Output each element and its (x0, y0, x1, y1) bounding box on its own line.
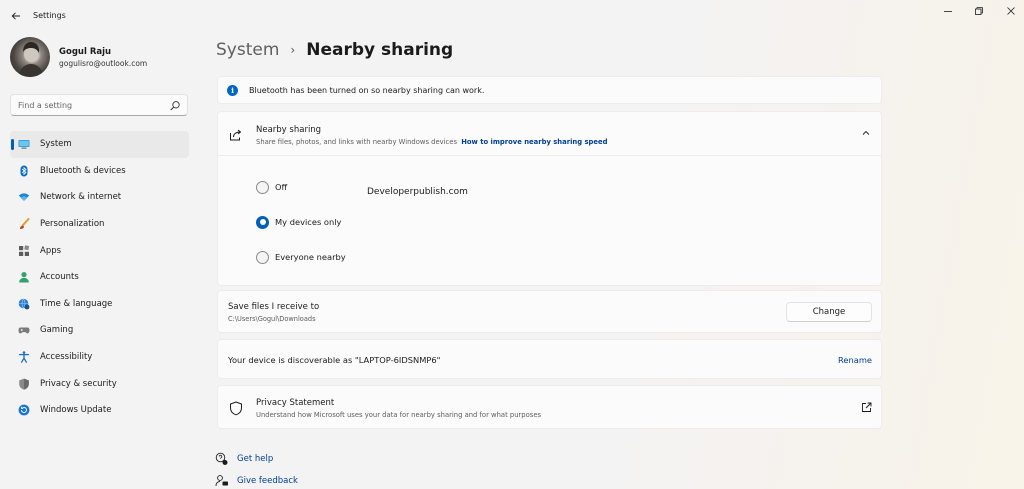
app-title: Settings (33, 11, 66, 20)
apps-grid-icon (18, 244, 30, 257)
discoverable-card: Your device is discoverable as "LAPTOP-6… (217, 339, 882, 379)
globe-clock-icon (18, 298, 30, 310)
save-files-card: Save files I receive to C:\Users\Gogul\D… (217, 290, 882, 333)
sidebar-item-accessibility[interactable]: Accessibility (10, 344, 189, 371)
user-email: gogulisro@outlook.com (59, 59, 148, 68)
nearby-sharing-header[interactable]: Nearby sharing Share files, photos, and … (218, 112, 881, 156)
radio-label-off: Off (275, 182, 288, 192)
sidebar-item-accounts[interactable]: Accounts (10, 264, 189, 291)
privacy-statement-card[interactable]: Privacy Statement Understand how Microso… (217, 385, 882, 429)
sidebar-item-time-language[interactable]: Time & language (10, 291, 189, 318)
watermark-text: Developerpublish.com (367, 187, 468, 197)
search-input[interactable] (18, 98, 168, 112)
radio-button-my-devices-only[interactable] (256, 215, 269, 229)
search-icon[interactable] (169, 100, 181, 112)
gamepad-icon (18, 324, 30, 336)
search-box[interactable] (10, 94, 188, 116)
sidebar-item-bluetooth[interactable]: Bluetooth & devices (10, 158, 189, 185)
bluetooth-icon (18, 165, 30, 177)
sidebar-item-network[interactable]: Network & internet (10, 184, 189, 211)
radio-button-everyone-nearby[interactable] (256, 250, 269, 264)
sidebar-item-label: Bluetooth & devices (40, 165, 126, 176)
close-icon (1007, 7, 1015, 15)
restore-icon (975, 7, 983, 15)
back-arrow-icon (11, 12, 20, 20)
sidebar-item-windows-update[interactable]: Windows Update (10, 397, 189, 424)
breadcrumb-system-link[interactable]: System (216, 40, 279, 60)
improve-speed-link[interactable]: How to improve nearby sharing speed (461, 138, 607, 146)
monitor-icon (18, 138, 30, 150)
shield-icon (18, 378, 30, 390)
profile-photo-icon (18, 42, 44, 77)
sidebar-item-label: Personalization (40, 219, 105, 230)
title-bar: Settings (0, 0, 1024, 32)
breadcrumb-separator: › (290, 43, 296, 57)
privacy-description: Understand how Microsoft uses your data … (256, 411, 542, 419)
minimize-button[interactable] (940, 4, 956, 18)
sidebar-item-privacy-security[interactable]: Privacy & security (10, 370, 189, 397)
change-button[interactable]: Change (786, 302, 872, 322)
radio-label-everyone-nearby: Everyone nearby (275, 252, 346, 262)
radio-button-off[interactable] (256, 180, 269, 194)
nearby-sharing-description: Share files, photos, and links with near… (256, 138, 607, 146)
sidebar-item-gaming[interactable]: Gaming (10, 317, 189, 344)
help-icon (215, 452, 229, 466)
get-help-link[interactable]: Get help (237, 454, 273, 464)
sidebar-item-label: Privacy & security (40, 378, 117, 389)
sidebar-item-label: Accessibility (40, 352, 93, 363)
breadcrumb: System › Nearby sharing (216, 38, 453, 62)
sidebar-item-label: System (40, 139, 72, 150)
sidebar-item-system[interactable]: System (10, 131, 189, 158)
feedback-icon (215, 474, 229, 488)
sidebar-item-personalization[interactable]: Personalization (10, 211, 189, 238)
privacy-title: Privacy Statement (256, 398, 335, 408)
external-link-icon[interactable] (861, 402, 872, 413)
restore-button[interactable] (971, 4, 987, 18)
rename-link[interactable]: Rename (838, 355, 872, 365)
nearby-sharing-title: Nearby sharing (256, 125, 322, 135)
radio-off[interactable]: Off (256, 179, 287, 195)
radio-my-devices-only[interactable]: My devices only (256, 214, 341, 230)
save-files-title: Save files I receive to (228, 302, 320, 312)
give-feedback-row[interactable]: Give feedback (215, 473, 298, 489)
wifi-icon (18, 191, 30, 203)
get-help-row[interactable]: Get help (215, 451, 273, 467)
shield-outline-icon (230, 401, 242, 416)
accessibility-icon (18, 351, 30, 363)
back-button[interactable] (8, 8, 24, 24)
minimize-icon (944, 11, 952, 12)
sidebar-item-label: Time & language (40, 298, 113, 309)
update-icon (18, 404, 30, 416)
info-bar: i Bluetooth has been turned on so nearby… (217, 76, 882, 104)
give-feedback-link[interactable]: Give feedback (237, 476, 298, 486)
radio-label-my-devices-only: My devices only (275, 217, 342, 227)
sidebar-item-label: Gaming (40, 325, 74, 336)
sidebar-item-label: Network & internet (40, 192, 122, 203)
sidebar-item-label: Windows Update (40, 405, 112, 416)
nearby-sharing-card: Nearby sharing Share files, photos, and … (217, 111, 882, 286)
close-button[interactable] (1003, 4, 1019, 18)
sidebar-item-label: Accounts (40, 272, 79, 283)
page-title: Nearby sharing (306, 40, 454, 60)
save-files-path: C:\Users\Gogul\Downloads (228, 315, 316, 323)
user-name: Gogul Raju (59, 47, 112, 57)
person-icon (18, 271, 30, 283)
nearby-sharing-description-text: Share files, photos, and links with near… (256, 138, 458, 146)
sidebar-item-label: Apps (40, 245, 62, 256)
sidebar-item-apps[interactable]: Apps (10, 237, 189, 264)
sidebar-nav: System Bluetooth & devices Network & int… (10, 131, 189, 424)
share-icon (230, 129, 242, 141)
chevron-up-icon[interactable] (861, 128, 871, 138)
discoverable-text: Your device is discoverable as "LAPTOP-6… (228, 355, 441, 365)
radio-everyone-nearby[interactable]: Everyone nearby (256, 249, 346, 265)
avatar[interactable] (10, 37, 50, 77)
info-icon: i (227, 85, 238, 96)
info-text: Bluetooth has been turned on so nearby s… (249, 86, 485, 95)
brush-icon (18, 218, 30, 230)
